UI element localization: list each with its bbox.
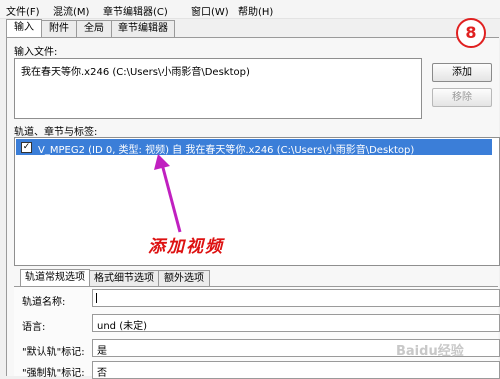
language-select[interactable]: und (未定) (92, 314, 500, 332)
arrow-head (154, 154, 170, 170)
remove-button[interactable]: 移除 (432, 88, 492, 107)
tab-track-general[interactable]: 轨道常规选项 (20, 269, 90, 287)
default-track-value: 是 (97, 346, 107, 357)
tab-extra-options[interactable]: 额外选项 (158, 270, 210, 287)
input-file-item[interactable]: 我在春天等你.x246 (C:\Users\小雨影音\Desktop) (21, 63, 250, 78)
track-text: V_MPEG2 (ID 0, 类型: 视频) 自 我在春天等你.x246 (C:… (38, 145, 415, 156)
tracks-list[interactable]: ✓ V_MPEG2 (ID 0, 类型: 视频) 自 我在春天等你.x246 (… (14, 137, 500, 266)
tab-attachments[interactable]: 附件 (41, 20, 77, 37)
menu-bar: 文件(F) 混流(M) 章节编辑器(C) 窗口(W) 帮助(H) (0, 0, 500, 19)
annotation-arrow (154, 154, 182, 233)
menu-chapter-editor[interactable]: 章节编辑器(C) (103, 3, 168, 18)
track-row[interactable]: ✓ V_MPEG2 (ID 0, 类型: 视频) 自 我在春天等你.x246 (… (16, 139, 492, 156)
forced-track-label: "强制轨"标记: (22, 368, 85, 379)
menu-help[interactable]: 帮助(H) (238, 3, 273, 18)
language-value: und (未定) (97, 321, 148, 332)
watermark-logo: Baidu经验 (396, 344, 464, 359)
step-number-badge: 8 (456, 18, 486, 48)
input-files-label: 输入文件: (14, 47, 58, 58)
default-track-label: "默认轨"标记: (22, 347, 85, 358)
add-button[interactable]: 添加 (432, 63, 492, 82)
menu-file[interactable]: 文件(F) (6, 3, 40, 18)
tab-global[interactable]: 全局 (76, 20, 112, 37)
forced-track-select[interactable]: 否 (92, 361, 500, 379)
track-name-label: 轨道名称: (22, 297, 66, 308)
menu-window[interactable]: 窗口(W) (191, 3, 229, 18)
tab-format-details[interactable]: 格式细节选项 (89, 270, 159, 287)
track-checkbox[interactable]: ✓ (21, 142, 32, 153)
tab-input[interactable]: 输入 (6, 19, 42, 37)
input-files-list[interactable]: 我在春天等你.x246 (C:\Users\小雨影音\Desktop) (14, 58, 422, 119)
language-label: 语言: (22, 322, 46, 333)
tab-chapter-editor[interactable]: 章节编辑器 (111, 20, 175, 37)
tracks-label: 轨道、章节与标签: (14, 127, 98, 138)
arrow-shaft (160, 163, 182, 233)
annotation-caption: 添加视频 (148, 237, 224, 257)
menu-mux[interactable]: 混流(M) (53, 3, 89, 18)
track-name-input[interactable] (92, 289, 500, 307)
text-cursor (96, 293, 97, 303)
forced-track-value: 否 (97, 368, 107, 379)
